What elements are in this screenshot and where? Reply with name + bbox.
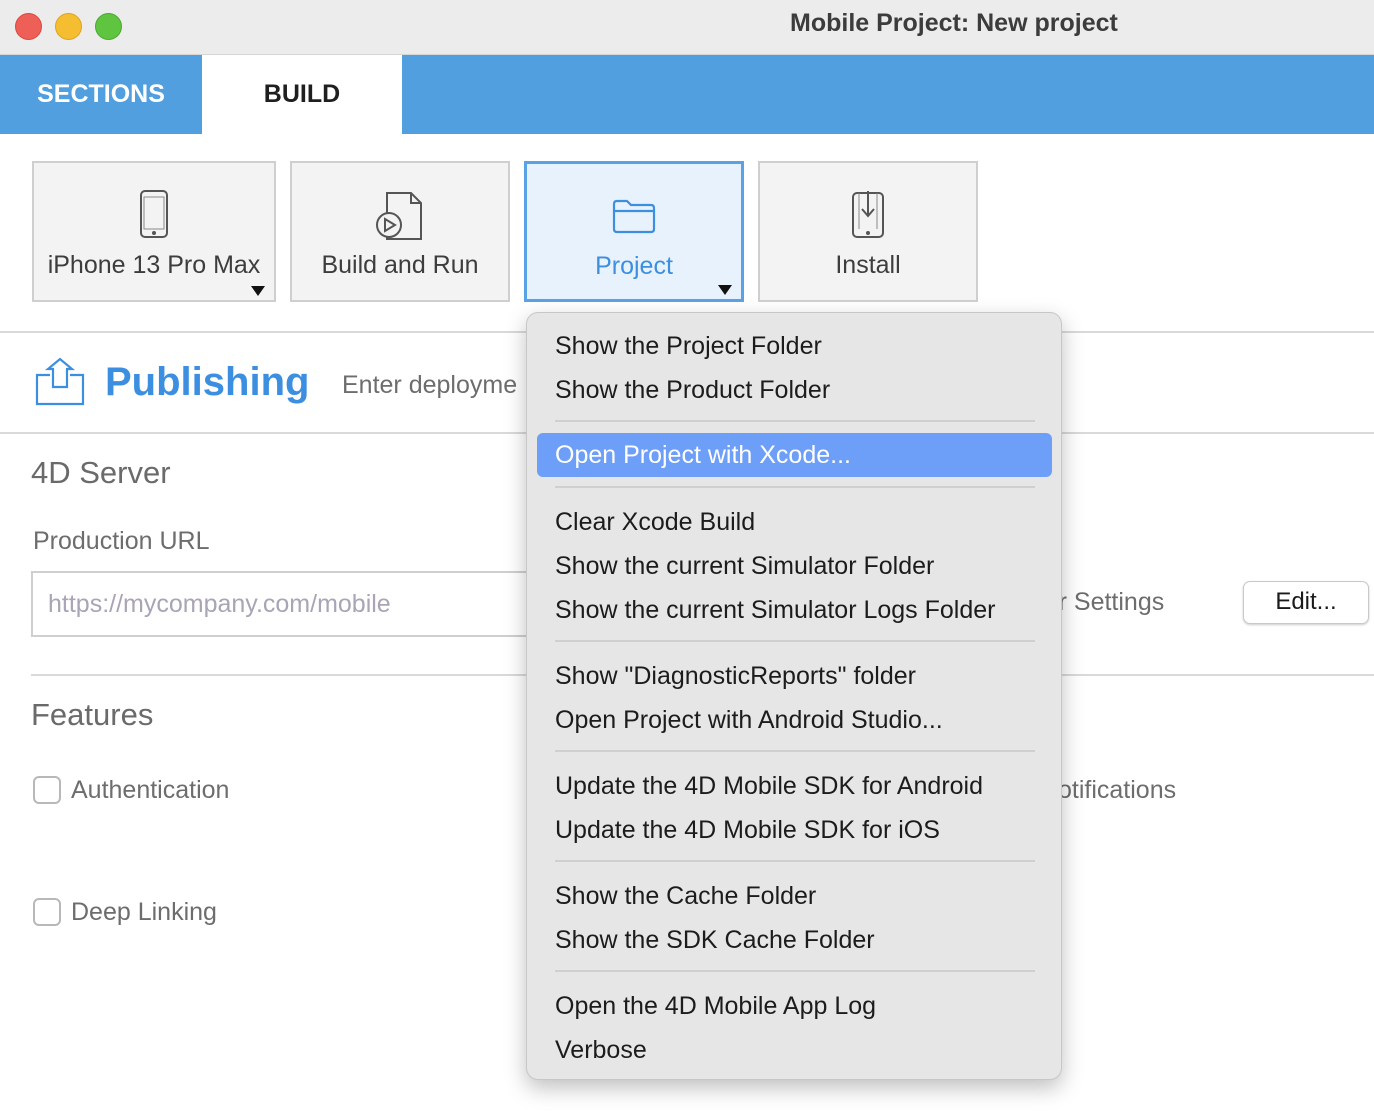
project-menu-button[interactable]: Project [524, 161, 744, 302]
menu-item-verbose[interactable]: Verbose [537, 1028, 1052, 1072]
build-and-run-label: Build and Run [321, 251, 479, 279]
minimize-window-button[interactable] [55, 13, 82, 40]
menu-separator [555, 486, 1035, 488]
menu-separator [555, 420, 1035, 422]
menu-separator [555, 640, 1035, 642]
close-window-button[interactable] [15, 13, 42, 40]
folder-icon [527, 198, 741, 239]
menu-item-open-xcode[interactable]: Open Project with Xcode... [537, 433, 1052, 477]
install-button[interactable]: Install [758, 161, 978, 302]
iphone-icon [34, 189, 274, 244]
production-url-input[interactable]: https://mycompany.com/mobile [31, 571, 591, 637]
menu-separator [555, 970, 1035, 972]
menu-item-show-sdk-cache-folder[interactable]: Show the SDK Cache Folder [537, 918, 1052, 962]
window-title: Mobile Project: New project [790, 9, 1118, 37]
production-url-label: Production URL [33, 527, 210, 555]
menu-separator [555, 750, 1035, 752]
menu-item-open-android-studio[interactable]: Open Project with Android Studio... [537, 698, 1052, 742]
device-selector-button[interactable]: iPhone 13 Pro Max [32, 161, 276, 302]
menu-item-show-simulator-folder[interactable]: Show the current Simulator Folder [537, 544, 1052, 588]
authentication-checkbox[interactable] [33, 776, 61, 804]
tab-bar: SECTIONS BUILD [0, 55, 1374, 134]
menu-item-show-cache-folder[interactable]: Show the Cache Folder [537, 874, 1052, 918]
publishing-description: Enter deployme [342, 371, 518, 399]
notifications-label: otifications [1058, 776, 1177, 804]
features-heading: Features [31, 697, 154, 732]
edit-server-settings-button[interactable]: Edit... [1243, 581, 1369, 624]
deep-linking-checkbox[interactable] [33, 898, 61, 926]
menu-item-show-simulator-logs[interactable]: Show the current Simulator Logs Folder [537, 588, 1052, 632]
menu-item-open-app-log[interactable]: Open the 4D Mobile App Log [537, 984, 1052, 1028]
title-bar: Mobile Project: New project [0, 0, 1374, 55]
tab-sections[interactable]: SECTIONS [0, 55, 202, 134]
upload-icon [34, 357, 86, 412]
install-icon [760, 189, 976, 246]
authentication-label: Authentication [71, 776, 230, 804]
menu-separator [555, 860, 1035, 862]
chevron-down-icon [718, 285, 732, 295]
deep-linking-label: Deep Linking [71, 898, 217, 926]
menu-item-show-product-folder[interactable]: Show the Product Folder [537, 368, 1052, 412]
tab-build[interactable]: BUILD [202, 55, 402, 134]
menu-item-update-sdk-android[interactable]: Update the 4D Mobile SDK for Android [537, 764, 1052, 808]
build-and-run-button[interactable]: Build and Run [290, 161, 510, 302]
menu-item-update-sdk-ios[interactable]: Update the 4D Mobile SDK for iOS [537, 808, 1052, 852]
device-label: iPhone 13 Pro Max [47, 251, 261, 279]
menu-item-clear-xcode-build[interactable]: Clear Xcode Build [537, 500, 1052, 544]
project-dropdown-menu: Show the Project Folder Show the Product… [526, 312, 1062, 1080]
maximize-window-button[interactable] [95, 13, 122, 40]
publishing-title: Publishing [105, 360, 310, 404]
project-label: Project [595, 252, 673, 280]
menu-item-diagnostic-reports[interactable]: Show "DiagnosticReports" folder [537, 654, 1052, 698]
server-heading: 4D Server [31, 455, 171, 490]
menu-item-show-project-folder[interactable]: Show the Project Folder [537, 324, 1052, 368]
build-run-icon [292, 189, 508, 248]
install-label: Install [835, 251, 901, 279]
chevron-down-icon [251, 286, 265, 296]
